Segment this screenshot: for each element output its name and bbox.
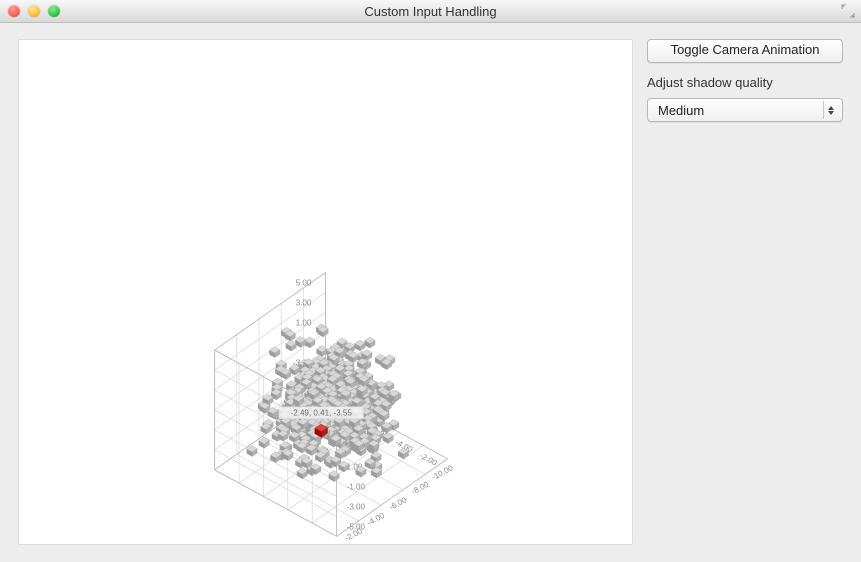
svg-text:1.00: 1.00 [296,318,312,327]
svg-text:-3.00: -3.00 [347,502,366,511]
close-icon[interactable] [8,5,20,17]
controls-panel: Toggle Camera Animation Adjust shadow qu… [647,39,843,545]
scatter-3d-viewport[interactable]: -5.00-3.00-1.001.003.005.00-5.00-3.00-1.… [18,39,633,545]
window-title: Custom Input Handling [0,4,861,19]
svg-text:-4.00: -4.00 [366,511,387,528]
svg-text:5.00: 5.00 [296,278,312,287]
shadow-quality-select[interactable]: Medium [647,98,843,122]
select-stepper-icon [823,101,838,119]
minimize-icon[interactable] [28,5,40,17]
svg-text:-8.00: -8.00 [410,480,431,497]
fullscreen-icon[interactable] [841,4,855,18]
svg-text:-2.00: -2.00 [418,451,439,468]
titlebar: Custom Input Handling [0,0,861,23]
svg-text:-6.00: -6.00 [388,495,409,512]
selected-point-tooltip: -2.49, 0.41, -3.55 [291,409,353,418]
zoom-icon[interactable] [48,5,60,17]
shadow-quality-label: Adjust shadow quality [647,71,843,90]
toggle-camera-button[interactable]: Toggle Camera Animation [647,39,843,63]
svg-text:3.00: 3.00 [296,298,312,307]
svg-text:-1.00: -1.00 [347,482,366,491]
shadow-quality-value: Medium [658,103,704,118]
